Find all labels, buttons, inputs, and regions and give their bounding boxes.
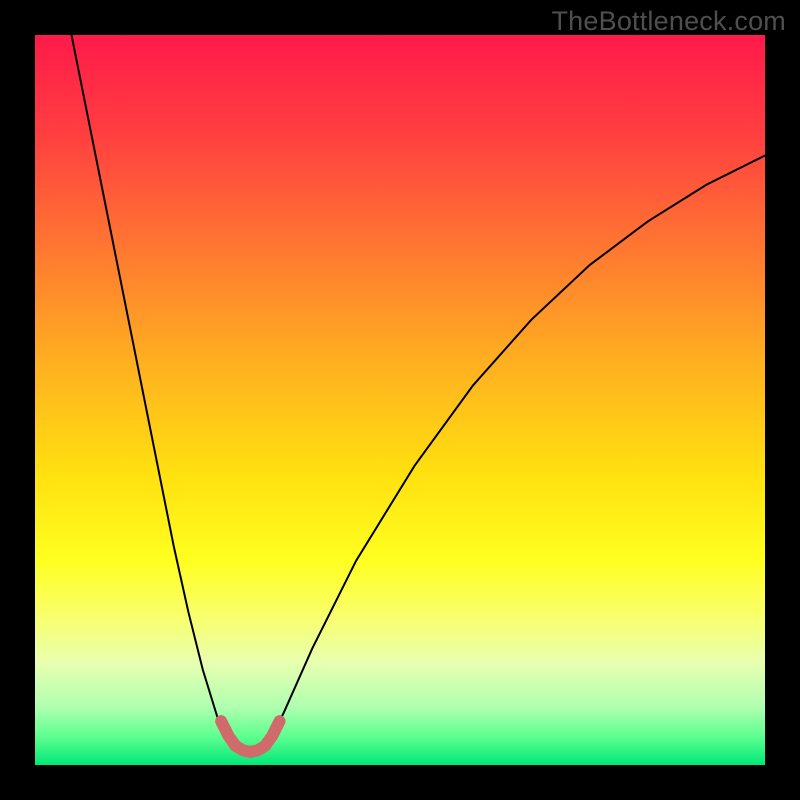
- plot-area: [35, 35, 765, 765]
- chart-frame: TheBottleneck.com: [0, 0, 800, 800]
- watermark-text: TheBottleneck.com: [551, 6, 786, 37]
- chart-svg: [35, 35, 765, 765]
